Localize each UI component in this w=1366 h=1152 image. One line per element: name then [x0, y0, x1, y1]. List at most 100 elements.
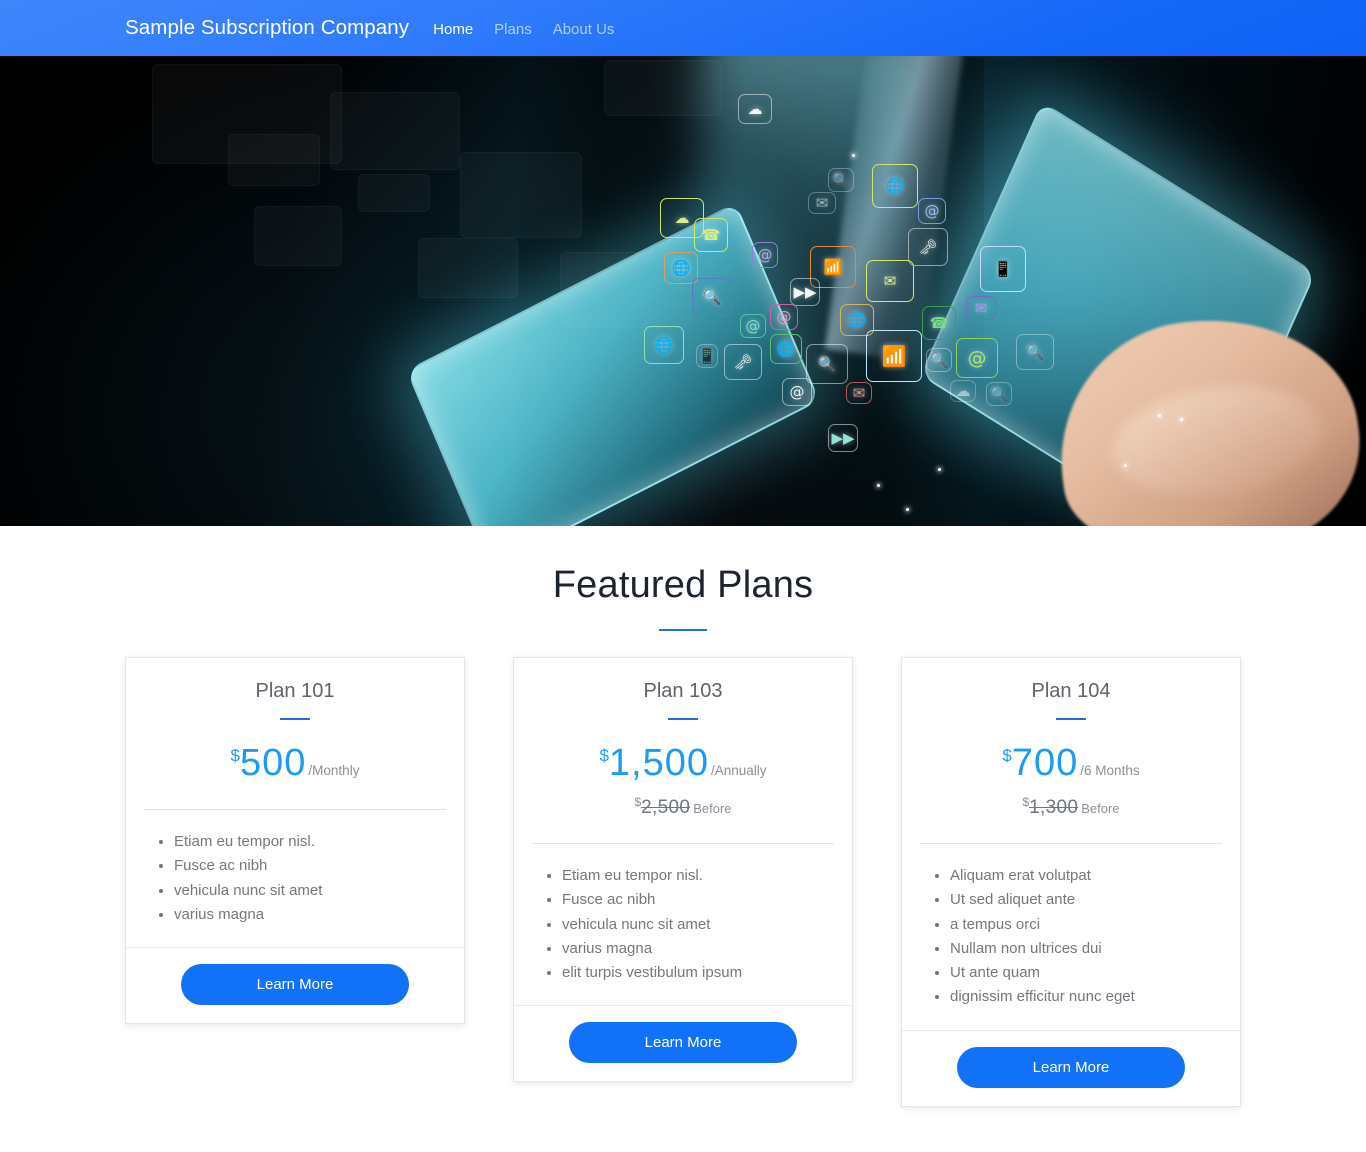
list-item: dignissim efficitur nunc eget	[950, 985, 1222, 1009]
plan-card-footer: Learn More	[126, 947, 464, 1023]
page-title: Featured Plans	[552, 564, 814, 606]
price-period: /Monthly	[308, 763, 360, 778]
list-item: Fusce ac nibh	[174, 854, 446, 878]
key-icon: 🗝	[908, 228, 948, 266]
old-price-label: Before	[693, 801, 732, 816]
hero-decor-square	[358, 174, 430, 212]
list-item: Ut ante quam	[950, 961, 1222, 985]
featured-plans-section: Featured Plans Plan 101 $500/Monthly Eti…	[0, 526, 1366, 1152]
search-icon: 🔍	[1016, 334, 1054, 370]
phone-icon: ☎	[922, 306, 956, 340]
hero-spark	[852, 154, 855, 157]
fast-forward-icon: ▶▶	[828, 424, 858, 452]
plan-price: $700/6 Months	[902, 720, 1240, 785]
hero-decor-square	[460, 152, 582, 238]
at-icon: @	[918, 198, 946, 224]
currency-symbol: $	[599, 746, 609, 765]
tablet-icon: 📱	[696, 344, 718, 368]
nav-links: Home Plans About Us	[433, 19, 614, 38]
cloud-icon: ☁	[738, 94, 772, 124]
nav-link-about-us[interactable]: About Us	[553, 21, 615, 38]
globe-icon: 🌐	[644, 326, 684, 364]
plan-price: $1,500/Annually	[514, 720, 852, 785]
tablet-icon: 📱	[980, 246, 1026, 292]
list-item: Etiam eu tempor nisl.	[562, 864, 834, 888]
title-underline	[659, 629, 707, 631]
plan-price: $500/Monthly	[126, 720, 464, 785]
search-icon: 🔍	[806, 344, 848, 384]
phone-icon: ☎	[694, 218, 728, 252]
old-price-amount: 1,300	[1029, 797, 1079, 818]
learn-more-button[interactable]: Learn More	[957, 1046, 1185, 1088]
key-icon: 🗝	[724, 344, 762, 380]
hero-spark	[1180, 418, 1183, 421]
plan-old-price: $2,500 Before	[514, 795, 852, 819]
page-root: Sample Subscription Company Home Plans A…	[0, 0, 1366, 1152]
globe-icon: 🌐	[872, 164, 918, 208]
list-item: Ut sed aliquet ante	[950, 888, 1222, 912]
list-item: Nullam non ultrices dui	[950, 937, 1222, 961]
list-item: elit turpis vestibulum ipsum	[562, 961, 834, 985]
hero-spark	[1158, 414, 1161, 417]
plan-name: Plan 103	[643, 680, 723, 702]
plan-features: Etiam eu tempor nisl. Fusce ac nibh vehi…	[514, 844, 852, 985]
wifi-icon: 📶	[866, 330, 922, 382]
hero-decor-square	[330, 92, 460, 170]
search-icon: 🔍	[926, 348, 952, 372]
envelope-icon: ✉	[966, 296, 996, 320]
list-item: a tempus orci	[950, 913, 1222, 937]
search-icon: 🔍	[692, 278, 732, 316]
old-price-label: Before	[1081, 801, 1120, 816]
site-brand[interactable]: Sample Subscription Company	[125, 16, 409, 40]
list-item: Aliquam erat volutpat	[950, 864, 1222, 888]
price-amount: 1,500	[608, 742, 709, 784]
envelope-icon: ✉	[866, 260, 914, 302]
plan-name: Plan 104	[1031, 680, 1111, 702]
plan-card-103[interactable]: Plan 103 $1,500/Annually $2,500Before Et…	[513, 657, 853, 1083]
hero-spark	[877, 484, 880, 487]
plan-card-101[interactable]: Plan 101 $500/Monthly Etiam eu tempor ni…	[125, 657, 465, 1025]
price-period: /6 Months	[1080, 763, 1140, 778]
hero-decor-square	[254, 206, 342, 266]
plan-card-footer: Learn More	[902, 1029, 1240, 1106]
search-icon: 🔍	[986, 382, 1012, 406]
plan-card-header: Plan 103	[514, 658, 852, 720]
envelope-icon: ✉	[808, 192, 836, 214]
plan-card-header: Plan 101	[126, 658, 464, 720]
at-icon: @	[740, 314, 766, 338]
plan-features: Etiam eu tempor nisl. Fusce ac nibh vehi…	[126, 810, 464, 927]
plan-old-price: $1,300 Before	[902, 795, 1240, 819]
price-amount: 700	[1011, 742, 1079, 784]
learn-more-button[interactable]: Learn More	[181, 964, 409, 1006]
hero-spark	[938, 468, 941, 471]
at-icon: @	[752, 242, 778, 268]
hero-decor-square	[228, 134, 320, 186]
learn-more-button[interactable]: Learn More	[569, 1022, 797, 1064]
envelope-icon: ✉	[846, 382, 872, 404]
top-navbar: Sample Subscription Company Home Plans A…	[0, 0, 1366, 56]
list-item: vehicula nunc sit amet	[174, 879, 446, 903]
list-item: vehicula nunc sit amet	[562, 913, 834, 937]
list-item: Etiam eu tempor nisl.	[174, 830, 446, 854]
plan-card-header: Plan 104	[902, 658, 1240, 720]
cloud-icon: ☁	[950, 380, 976, 402]
hero-banner: ☁ 🌐 🔍 ✉ @ ☁ ☎ 🗝 @ 📶 🌐 ✉ 📱 🔍 ▶▶ @ @ ✉ ☎ 🌐…	[0, 56, 1366, 526]
nav-link-home[interactable]: Home	[433, 21, 473, 38]
globe-icon: 🌐	[664, 252, 698, 284]
plan-features: Aliquam erat volutpat Ut sed aliquet ant…	[902, 844, 1240, 1010]
at-icon: @	[956, 338, 998, 378]
at-icon: @	[770, 304, 798, 330]
globe-icon: 🌐	[770, 334, 802, 364]
nav-link-plans[interactable]: Plans	[494, 21, 532, 38]
fast-forward-icon: ▶▶	[790, 278, 820, 306]
currency-symbol: $	[230, 746, 241, 765]
plan-card-104[interactable]: Plan 104 $700/6 Months $1,300Before Aliq…	[901, 657, 1241, 1107]
plan-card-footer: Learn More	[514, 1005, 852, 1081]
hero-decor-square	[418, 238, 518, 298]
old-price-amount: 2,500	[641, 797, 691, 818]
price-period: /Annually	[711, 763, 767, 778]
list-item: varius magna	[174, 903, 446, 927]
plan-name: Plan 101	[255, 680, 335, 702]
search-icon: 🔍	[828, 168, 854, 192]
currency-symbol: $	[1002, 746, 1012, 765]
